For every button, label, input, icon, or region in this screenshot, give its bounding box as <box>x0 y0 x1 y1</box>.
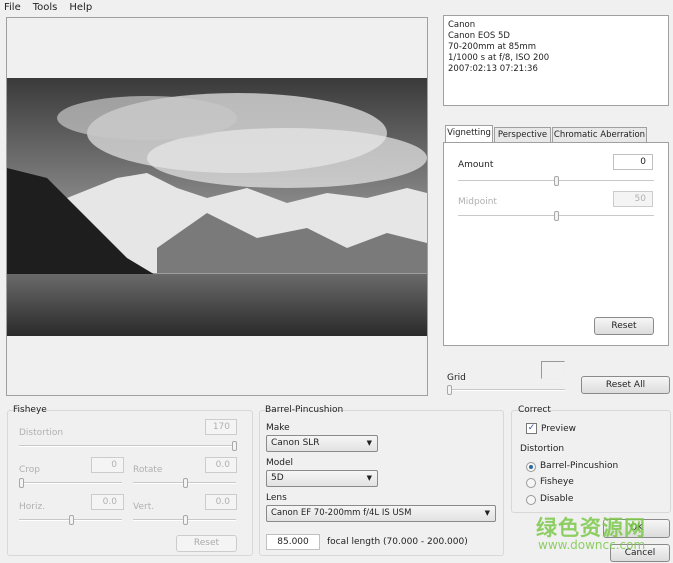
tab-chromatic-aberration[interactable]: Chromatic Aberration <box>552 127 647 143</box>
dropdown-arrow-icon: ▼ <box>484 509 490 517</box>
focal-length-label: focal length (70.000 - 200.000) <box>327 537 468 547</box>
preview-label: Preview <box>541 424 577 434</box>
slider-thumb[interactable] <box>183 478 188 488</box>
exif-exposure: 1/1000 s at f/8, ISO 200 <box>448 53 550 63</box>
midpoint-input[interactable]: 50 <box>613 191 653 207</box>
vert-label: Vert. <box>133 502 155 512</box>
correct-group: Correct ✓ Preview Distortion Barrel-Pinc… <box>511 405 671 513</box>
make-select[interactable]: Canon SLR ▼ <box>266 435 378 452</box>
amount-input[interactable]: 0 <box>613 154 653 170</box>
crop-label: Crop <box>19 465 41 475</box>
lens-value: Canon EF 70-200mm f/4L IS USM <box>271 508 412 518</box>
exif-date: 2007:02:13 07:21:36 <box>448 64 538 74</box>
vignetting-reset-button[interactable]: Reset <box>594 317 654 335</box>
grid-color-swatch[interactable] <box>541 361 565 379</box>
midpoint-slider[interactable] <box>458 211 654 221</box>
barrel-title: Barrel-Pincushion <box>265 405 344 415</box>
slider-thumb[interactable] <box>447 385 452 395</box>
grid-label: Grid <box>447 373 466 383</box>
radio-fisheye[interactable] <box>526 478 536 488</box>
fisheye-group: Fisheye Distortion 170 Crop 0 Rotate 0.0… <box>7 405 253 556</box>
preview-checkbox[interactable]: ✓ <box>526 423 537 434</box>
exif-lens: 70-200mm at 85mm <box>448 42 536 52</box>
slider-thumb[interactable] <box>232 441 237 451</box>
exif-model: Canon EOS 5D <box>448 31 510 41</box>
distortion-title: Distortion <box>520 444 565 454</box>
menu-bar: File Tools Help <box>0 0 673 15</box>
focal-length-input[interactable]: 85.000 <box>266 534 320 550</box>
vert-slider[interactable] <box>133 515 236 525</box>
fisheye-reset-button[interactable]: Reset <box>176 535 237 552</box>
rotate-label: Rotate <box>133 465 163 475</box>
menu-file[interactable]: File <box>4 0 21 15</box>
slider-thumb[interactable] <box>19 478 24 488</box>
crop-input[interactable]: 0 <box>91 457 124 473</box>
model-value: 5D <box>271 473 284 483</box>
correct-title: Correct <box>518 405 551 415</box>
midpoint-label: Midpoint <box>458 197 497 207</box>
rotate-input[interactable]: 0.0 <box>205 457 237 473</box>
menu-help[interactable]: Help <box>69 0 92 15</box>
exif-info: Canon Canon EOS 5D 70-200mm at 85mm 1/10… <box>443 15 669 106</box>
distortion-input[interactable]: 170 <box>205 419 237 435</box>
make-value: Canon SLR <box>271 438 320 448</box>
horiz-input[interactable]: 0.0 <box>91 494 124 510</box>
model-select[interactable]: 5D ▼ <box>266 470 378 487</box>
slider-thumb[interactable] <box>554 176 559 186</box>
model-label: Model <box>266 458 294 468</box>
option-barrel-pincushion: Barrel-Pincushion <box>540 461 619 471</box>
rotate-slider[interactable] <box>133 478 236 488</box>
horiz-label: Horiz. <box>19 502 46 512</box>
horiz-slider[interactable] <box>19 515 122 525</box>
fisheye-title: Fisheye <box>13 405 47 415</box>
preview-image <box>7 78 427 336</box>
preview-panel <box>6 17 428 396</box>
watermark-url: www.downcc.com <box>538 538 646 552</box>
exif-make: Canon <box>448 20 476 30</box>
distortion-slider[interactable] <box>19 441 237 451</box>
slider-thumb[interactable] <box>183 515 188 525</box>
option-disable: Disable <box>540 494 574 504</box>
tab-perspective[interactable]: Perspective <box>494 127 551 143</box>
radio-barrel-pincushion[interactable] <box>526 462 536 472</box>
amount-slider[interactable] <box>458 176 654 186</box>
grid-slider[interactable] <box>447 385 565 395</box>
dropdown-arrow-icon: ▼ <box>366 474 372 482</box>
menu-tools[interactable]: Tools <box>33 0 58 15</box>
slider-thumb[interactable] <box>69 515 74 525</box>
lens-select[interactable]: Canon EF 70-200mm f/4L IS USM ▼ <box>266 505 496 522</box>
vignetting-panel: Amount 0 Midpoint 50 Reset <box>443 142 669 346</box>
vert-input[interactable]: 0.0 <box>205 494 237 510</box>
radio-disable[interactable] <box>526 495 536 505</box>
crop-slider[interactable] <box>19 478 122 488</box>
lens-label: Lens <box>266 493 287 503</box>
tab-vignetting[interactable]: Vignetting <box>445 125 493 143</box>
option-fisheye: Fisheye <box>540 477 574 487</box>
reset-all-button[interactable]: Reset All <box>581 376 670 394</box>
distortion-label: Distortion <box>19 428 64 438</box>
make-label: Make <box>266 423 290 433</box>
amount-label: Amount <box>458 160 494 170</box>
barrel-pincushion-group: Barrel-Pincushion Make Canon SLR ▼ Model … <box>259 405 504 556</box>
slider-thumb[interactable] <box>554 211 559 221</box>
dropdown-arrow-icon: ▼ <box>366 439 372 447</box>
